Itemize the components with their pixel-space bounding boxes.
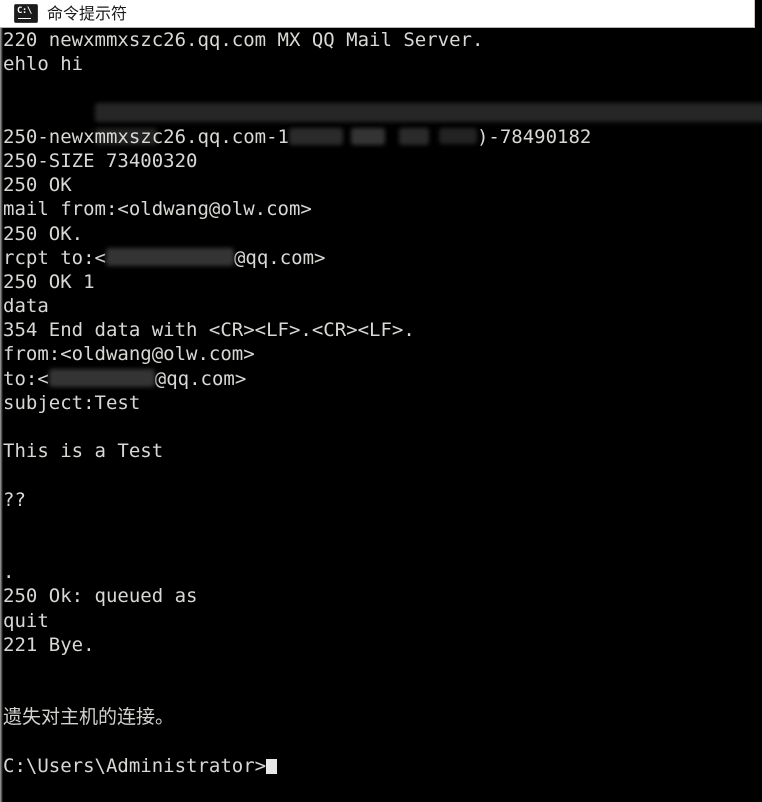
console-line: 250 OK. xyxy=(3,222,84,245)
redaction-block xyxy=(350,127,385,145)
console-line: 250 OK 1 xyxy=(3,270,95,293)
line-suffix: @qq.com> xyxy=(233,246,326,269)
line-suffix: @qq.com> xyxy=(154,367,247,390)
console-line: 250 OK xyxy=(3,174,72,197)
console-line: ehlo hi xyxy=(3,53,84,76)
console-line-redacted xyxy=(3,76,762,122)
text-cursor xyxy=(266,758,278,774)
console-line: 221 Bye. xyxy=(3,633,95,656)
redaction-block xyxy=(105,248,234,267)
console-line: This is a Test xyxy=(3,440,164,463)
console-line: subject:Test xyxy=(3,391,141,414)
prompt-text: C:\Users\Administrator> xyxy=(3,754,267,777)
redaction-block xyxy=(288,127,343,145)
console-line: 220 newxmmxszc26.qq.com MX QQ Mail Serve… xyxy=(3,29,484,51)
window-titlebar[interactable]: C:\ 命令提示符 xyxy=(0,0,755,28)
line-suffix: )-78490182 xyxy=(476,125,592,148)
line-prefix: rcpt to:< xyxy=(3,246,106,269)
line-prefix: to:< xyxy=(3,367,49,390)
console-line: . xyxy=(3,561,15,584)
redaction-block xyxy=(438,128,477,145)
cmd-console-icon: C:\ xyxy=(14,4,38,23)
console-line: from:<oldwang@olw.com> xyxy=(3,343,255,366)
window-title: 命令提示符 xyxy=(47,3,128,23)
console-line-connection-lost: 遗失对主机的连接。 xyxy=(3,706,175,729)
console-prompt-line[interactable]: C:\Users\Administrator> xyxy=(3,754,762,778)
redaction-block xyxy=(48,369,155,388)
console-line: 250-SIZE 73400320 xyxy=(3,149,198,172)
console-line: data xyxy=(3,295,49,318)
console-line-partially-redacted: 250-newxmmxszc26.qq.com-1 )-78490182 xyxy=(3,125,762,149)
console-line: mail from:<oldwang@olw.com> xyxy=(3,198,312,221)
redaction-block xyxy=(398,127,429,145)
console-output-area[interactable]: 220 newxmmxszc26.qq.com MX QQ Mail Serve… xyxy=(0,28,762,802)
command-prompt-window: C:\ 命令提示符 220 newxmmxszc26.qq.com MX QQ … xyxy=(0,0,762,802)
console-line-partially-redacted: rcpt to:< @qq.com> xyxy=(3,246,762,270)
console-line-partially-redacted: to:< @qq.com> xyxy=(3,367,762,391)
console-line: 354 End data with <CR><LF>.<CR><LF>. xyxy=(3,319,415,342)
console-line-redacted xyxy=(3,101,762,145)
console-line: quit xyxy=(3,609,49,632)
line-prefix: 250-newxmmxszc26.qq.com-1 xyxy=(3,125,289,148)
console-line: ?? xyxy=(3,488,26,511)
console-line: 250 Ok: queued as xyxy=(3,585,198,608)
console-lines: 220 newxmmxszc26.qq.com MX QQ Mail Serve… xyxy=(3,28,762,778)
